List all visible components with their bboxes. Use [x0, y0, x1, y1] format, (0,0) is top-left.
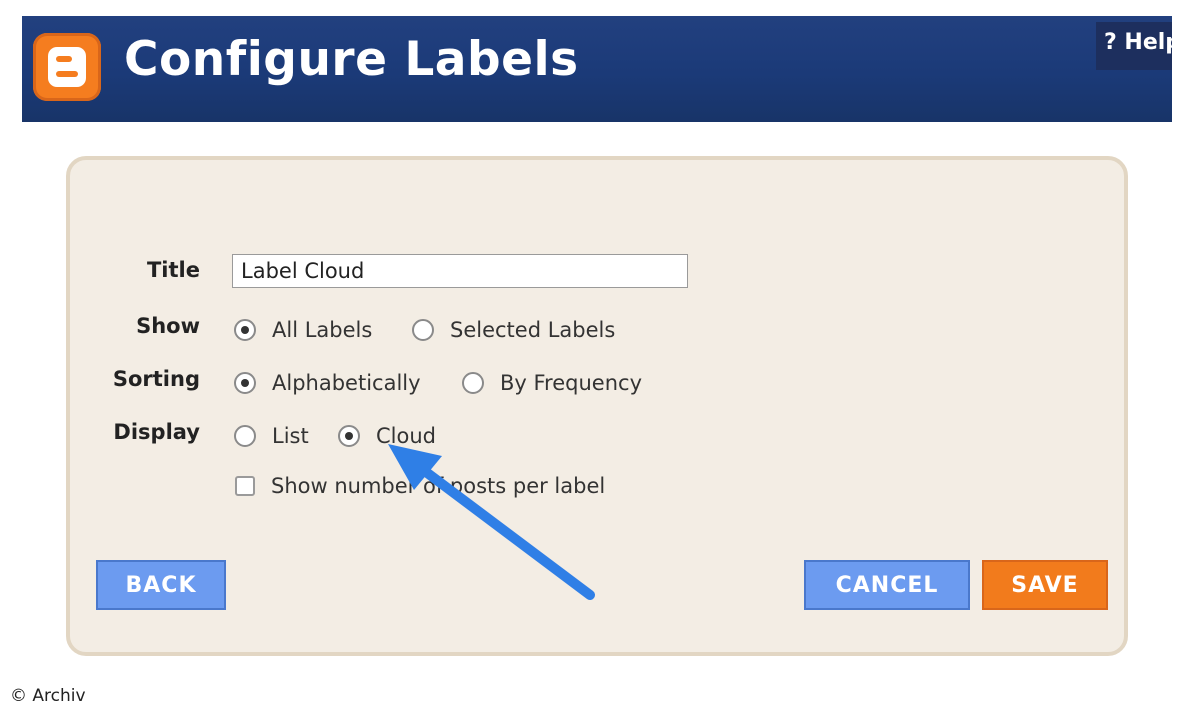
option-label: All Labels — [272, 318, 373, 342]
sorting-label: Sorting — [112, 367, 200, 391]
config-panel: Title Label Cloud Show All Labels Select… — [66, 156, 1128, 656]
copyright-watermark: © Archiv — [10, 686, 86, 706]
display-list-option[interactable]: List — [234, 424, 309, 448]
cancel-button[interactable]: CANCEL — [804, 560, 970, 610]
option-label: By Frequency — [500, 371, 642, 395]
help-label[interactable]: ? Help — [1104, 30, 1172, 55]
show-all-labels-option[interactable]: All Labels — [234, 318, 372, 342]
title-input[interactable]: Label Cloud — [232, 254, 688, 288]
show-selected-labels-option[interactable]: Selected Labels — [412, 318, 615, 342]
page-title: Configure Labels — [124, 32, 579, 87]
title-label: Title — [146, 258, 200, 282]
help-link[interactable]: ? Help — [1096, 22, 1172, 70]
option-label: List — [272, 424, 309, 448]
header-bar: Configure Labels ? Help — [22, 16, 1172, 122]
radio-cloud[interactable] — [338, 425, 360, 447]
radio-by-frequency[interactable] — [462, 372, 484, 394]
option-label: Selected Labels — [450, 318, 616, 342]
display-cloud-option[interactable]: Cloud — [338, 424, 436, 448]
show-post-count-checkbox[interactable] — [235, 476, 255, 496]
save-button[interactable]: SAVE — [982, 560, 1108, 610]
sorting-by-frequency-option[interactable]: By Frequency — [462, 371, 642, 395]
back-button[interactable]: BACK — [96, 560, 226, 610]
show-label: Show — [136, 314, 200, 338]
radio-all-labels[interactable] — [234, 319, 256, 341]
blogger-logo-icon — [33, 33, 101, 101]
display-label: Display — [113, 420, 200, 444]
radio-list[interactable] — [234, 425, 256, 447]
option-label: Alphabetically — [272, 371, 421, 395]
option-label: Cloud — [376, 424, 436, 448]
radio-alphabetically[interactable] — [234, 372, 256, 394]
checkbox-label: Show number of posts per label — [271, 474, 606, 498]
show-post-count-option[interactable]: Show number of posts per label — [235, 474, 605, 498]
sorting-alphabetically-option[interactable]: Alphabetically — [234, 371, 421, 395]
radio-selected-labels[interactable] — [412, 319, 434, 341]
